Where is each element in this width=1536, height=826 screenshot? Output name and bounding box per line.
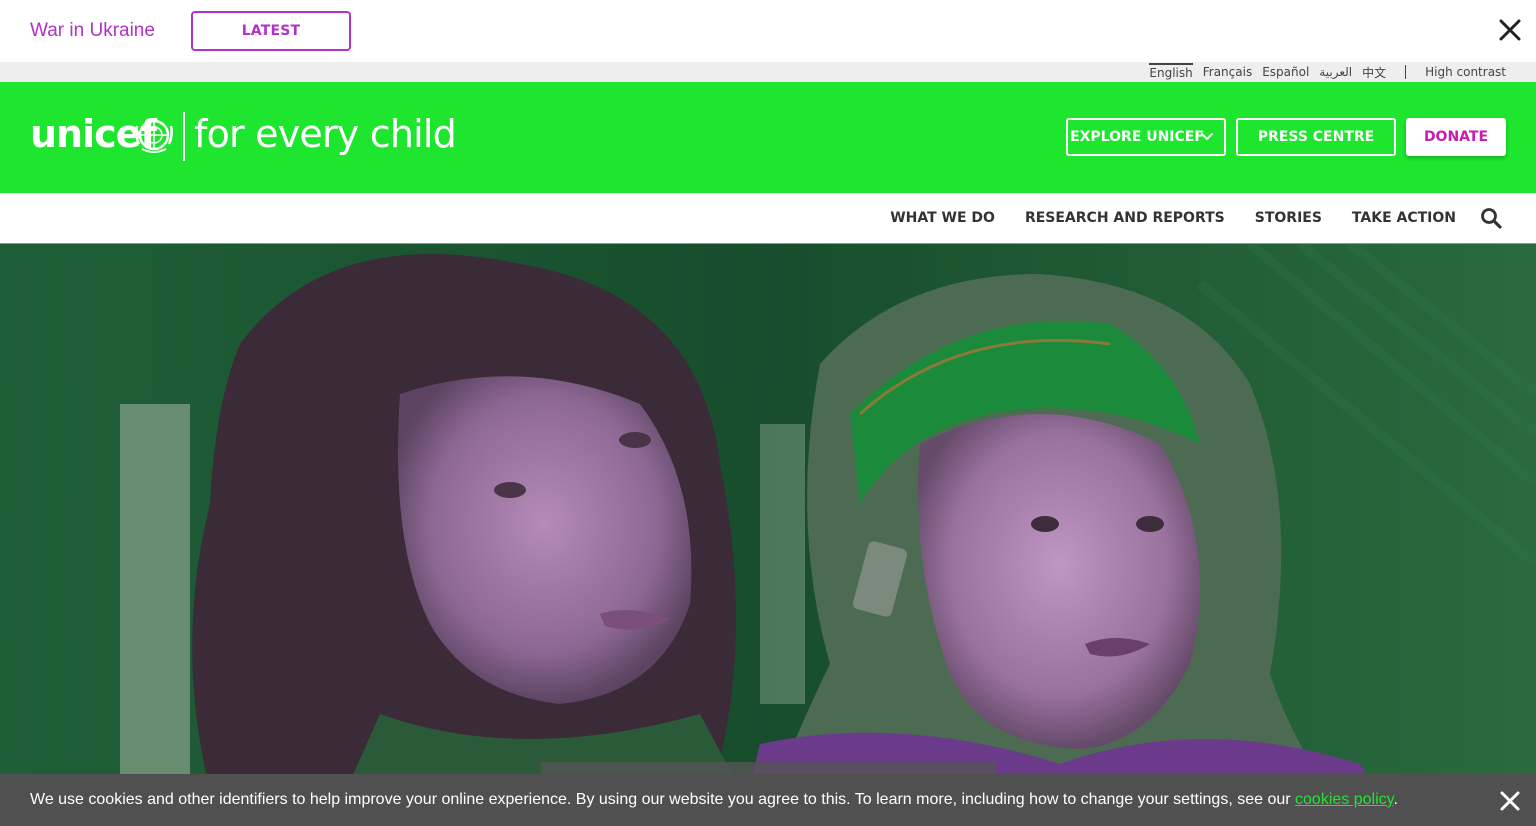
main-nav: WHAT WE DO RESEARCH AND REPORTS STORIES … bbox=[0, 193, 1536, 244]
close-icon[interactable] bbox=[1497, 17, 1523, 43]
explore-unicef-button[interactable]: EXPLORE UNICEF bbox=[1066, 118, 1226, 156]
lang-french[interactable]: Français bbox=[1203, 65, 1252, 79]
chevron-down-icon bbox=[1201, 133, 1213, 140]
nav-research-and-reports[interactable]: RESEARCH AND REPORTS bbox=[1025, 210, 1225, 226]
nav-what-we-do[interactable]: WHAT WE DO bbox=[890, 210, 995, 226]
hero-photo bbox=[0, 244, 1536, 826]
hero-image bbox=[0, 244, 1536, 826]
search-icon[interactable] bbox=[1480, 207, 1502, 229]
cookie-banner: We use cookies and other identifiers to … bbox=[0, 774, 1536, 826]
press-centre-button[interactable]: PRESS CENTRE bbox=[1236, 118, 1396, 156]
nav-take-action[interactable]: TAKE ACTION bbox=[1352, 210, 1456, 226]
cookies-policy-link[interactable]: cookies policy bbox=[1295, 791, 1393, 808]
donate-button[interactable]: DONATE bbox=[1406, 118, 1506, 156]
cookie-period: . bbox=[1393, 791, 1398, 808]
cookie-text: We use cookies and other identifiers to … bbox=[30, 791, 1398, 809]
lang-chinese[interactable]: 中文 bbox=[1362, 64, 1386, 81]
cookie-close-icon[interactable] bbox=[1499, 790, 1521, 812]
site-header: unicef for every child EXPLORE UNICEF PR… bbox=[0, 82, 1536, 193]
logo-divider bbox=[183, 112, 185, 161]
explore-unicef-label: EXPLORE UNICEF bbox=[1070, 129, 1204, 145]
high-contrast-toggle[interactable]: High contrast bbox=[1425, 65, 1506, 79]
lang-spanish[interactable]: Español bbox=[1262, 65, 1309, 79]
globe-icon bbox=[135, 119, 173, 153]
lang-english[interactable]: English bbox=[1149, 62, 1193, 80]
nav-stories[interactable]: STORIES bbox=[1255, 210, 1322, 226]
lang-arabic[interactable]: العربية bbox=[1319, 65, 1352, 79]
cookie-message: We use cookies and other identifiers to … bbox=[30, 791, 1296, 808]
alert-title[interactable]: War in Ukraine bbox=[30, 20, 155, 42]
lang-divider bbox=[1405, 65, 1407, 79]
latest-button[interactable]: LATEST bbox=[191, 11, 351, 51]
language-bar: English Français Español العربية 中文 High… bbox=[0, 62, 1536, 82]
logo-tagline: for every child bbox=[194, 112, 457, 156]
alert-bar: War in Ukraine LATEST bbox=[0, 0, 1536, 62]
